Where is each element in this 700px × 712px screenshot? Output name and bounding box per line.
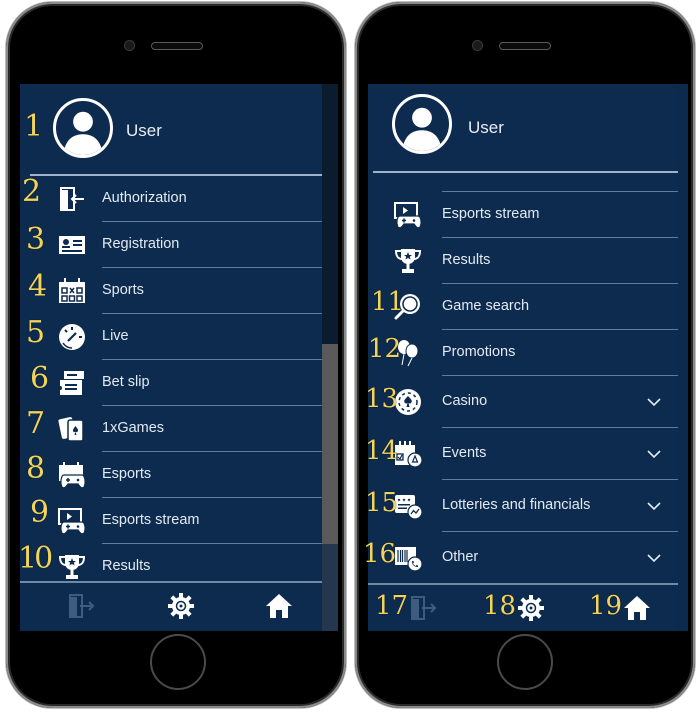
stopwatch-icon <box>59 324 85 350</box>
annotation-number: 5 <box>26 315 46 350</box>
gear-icon[interactable] <box>168 593 194 619</box>
menu-item-registration[interactable]: Registration <box>20 222 322 268</box>
casino-chip-icon <box>395 389 421 415</box>
menu-item-label: Esports <box>102 466 152 482</box>
left-phone-frame: User Authorization Registration Sports L… <box>6 2 346 708</box>
annotation-number: 19 <box>589 591 623 621</box>
annotation-number: 18 <box>483 591 517 621</box>
chevron-down-icon[interactable] <box>646 550 662 566</box>
menu-item-other[interactable]: Other <box>368 532 678 584</box>
annotation-number: 15 <box>365 488 399 518</box>
annotation-number: 8 <box>26 451 46 486</box>
user-avatar-icon[interactable] <box>392 94 452 154</box>
annotation-number: 7 <box>26 406 46 441</box>
menu-item-label: Results <box>442 252 491 268</box>
front-camera <box>472 40 483 51</box>
navigation-drawer: Esports User Esports stream Results <box>368 84 678 631</box>
left-phone-screen: User Authorization Registration Sports L… <box>20 84 338 631</box>
drawer-footer <box>368 583 678 631</box>
logout-icon[interactable] <box>410 595 437 621</box>
lottery-chart-icon <box>395 495 423 520</box>
logout-icon[interactable] <box>68 593 95 619</box>
calendar-grid-icon <box>59 278 85 303</box>
menu-item-label: Esports stream <box>442 206 540 222</box>
annotation-number: 1 <box>24 109 44 144</box>
menu-item-label: Live <box>102 328 129 344</box>
menu-item-label: Other <box>442 549 479 565</box>
menu-item-label: Events <box>442 445 487 461</box>
menu-item-promotions[interactable]: Promotions <box>368 330 678 376</box>
trophy-icon <box>58 555 86 579</box>
calendar-event-icon <box>395 441 423 468</box>
menu-item-label: 1xGames <box>102 420 165 436</box>
annotation-number: 13 <box>365 384 399 414</box>
menu-item-1xgames[interactable]: 1xGames <box>20 406 322 452</box>
annotation-number: 14 <box>365 436 399 466</box>
menu-item-label: Promotions <box>442 344 516 360</box>
annotation-number: 3 <box>26 222 46 257</box>
annotation-number: 12 <box>368 334 402 364</box>
screen-gamepad-icon <box>394 202 422 229</box>
annotation-number: 11 <box>371 287 405 317</box>
annotation-number: 9 <box>30 495 50 530</box>
menu-item-game-search[interactable]: Game search <box>368 284 678 330</box>
home-hardware-button[interactable] <box>150 634 206 690</box>
earpiece-speaker <box>499 42 551 50</box>
user-avatar-icon[interactable] <box>53 98 113 158</box>
front-camera <box>124 40 135 51</box>
menu-item-events[interactable]: Events <box>368 428 678 480</box>
screen-gamepad-icon <box>58 508 86 535</box>
menu-item-label: Esports stream <box>102 512 200 528</box>
menu-item-bet-slip[interactable]: Bet slip <box>20 360 322 406</box>
barcode-phone-icon <box>395 547 423 572</box>
chevron-down-icon[interactable] <box>646 394 662 410</box>
tickets-icon <box>60 371 84 395</box>
right-phone-screen: Esports User Esports stream Results <box>368 84 688 631</box>
calendar-gamepad-icon <box>59 462 86 489</box>
gear-icon[interactable] <box>518 595 544 621</box>
drawer-header[interactable]: User <box>20 84 322 176</box>
trophy-icon <box>394 249 422 273</box>
annotation-number: 17 <box>375 591 409 621</box>
menu-item-label: Casino <box>442 393 488 409</box>
annotation-number: 16 <box>363 539 397 569</box>
annotation-number: 4 <box>28 269 48 304</box>
menu-item-live[interactable]: Live <box>20 314 322 360</box>
home-icon[interactable] <box>266 593 292 619</box>
menu-item-label: Results <box>102 558 151 574</box>
header-divider <box>373 171 678 173</box>
annotation-number: 2 <box>22 174 42 209</box>
chevron-down-icon[interactable] <box>646 446 662 462</box>
menu-item-label: Sports <box>102 282 144 298</box>
playing-cards-icon <box>58 417 84 442</box>
drawer-header[interactable]: User <box>368 84 678 172</box>
menu-item-authorization[interactable]: Authorization <box>20 176 322 222</box>
menu-item-lotteries-and-financials[interactable]: Lotteries and financials <box>368 480 678 532</box>
navigation-drawer: User Authorization Registration Sports L… <box>20 84 322 631</box>
earpiece-speaker <box>151 42 203 50</box>
id-card-icon <box>59 236 85 254</box>
home-hardware-button[interactable] <box>497 634 553 690</box>
menu-item-sports[interactable]: Sports <box>20 268 322 314</box>
annotation-number: 10 <box>18 541 53 576</box>
menu-item-label: Bet slip <box>102 374 150 390</box>
menu-item-results[interactable]: Results <box>368 238 678 284</box>
menu-item-label: Lotteries and financials <box>442 497 591 513</box>
user-name[interactable]: User <box>468 118 504 138</box>
menu-item-esports[interactable]: Esports <box>20 452 322 498</box>
login-door-icon <box>60 187 84 211</box>
menu-item-label: Registration <box>102 236 180 252</box>
menu-item-casino[interactable]: Casino <box>368 376 678 428</box>
menu-item-label: Authorization <box>102 190 187 206</box>
drawer-footer <box>20 581 322 631</box>
menu-item-esports-stream[interactable]: Esports stream <box>368 192 678 238</box>
user-name[interactable]: User <box>126 121 162 141</box>
menu-item-esports-stream[interactable]: Esports stream <box>20 498 322 544</box>
annotation-number: 6 <box>30 361 50 396</box>
menu-item-label: Game search <box>442 298 530 314</box>
chevron-down-icon[interactable] <box>646 498 662 514</box>
home-icon[interactable] <box>624 595 650 621</box>
right-phone-frame: Esports User Esports stream Results <box>355 2 695 708</box>
